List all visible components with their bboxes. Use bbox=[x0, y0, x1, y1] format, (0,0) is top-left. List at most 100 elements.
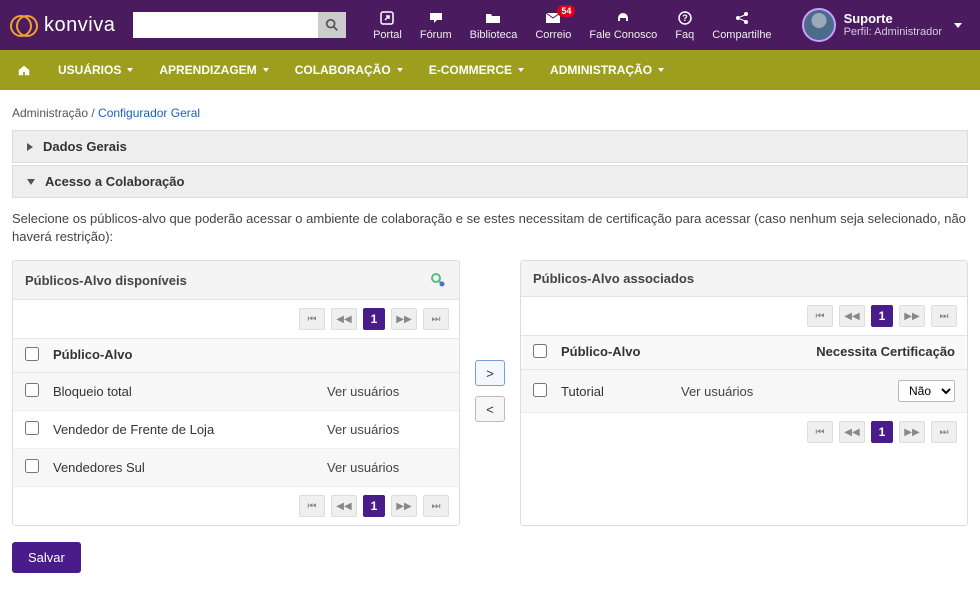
main-nav: USUÁRIOS APRENDIZAGEM COLABORAÇÃO E-COMM… bbox=[0, 50, 980, 90]
available-pager-bottom: ⏮ ◀◀ 1 ▶▶ ⏭ bbox=[13, 487, 459, 525]
pager-next[interactable]: ▶▶ bbox=[899, 421, 925, 443]
pager-current: 1 bbox=[363, 308, 385, 330]
breadcrumb-current: Configurador Geral bbox=[98, 106, 200, 120]
row-name: Vendedores Sul bbox=[53, 460, 327, 475]
topnav-compartilhe[interactable]: Compartilhe bbox=[704, 5, 779, 45]
topnav-portal[interactable]: Portal bbox=[365, 5, 410, 45]
search-users-icon[interactable] bbox=[429, 271, 447, 289]
nav-ecommerce[interactable]: E-COMMERCE bbox=[429, 63, 524, 77]
pager-current: 1 bbox=[871, 421, 893, 443]
topnav-biblioteca[interactable]: Biblioteca bbox=[462, 5, 526, 45]
pager-first[interactable]: ⏮ bbox=[299, 308, 325, 330]
panel-dados-gerais[interactable]: Dados Gerais bbox=[12, 130, 968, 163]
view-users-link[interactable]: Ver usuários bbox=[327, 460, 399, 475]
user-menu[interactable]: Suporte Perfil: Administrador bbox=[794, 8, 970, 42]
save-button[interactable]: Salvar bbox=[12, 542, 81, 573]
pager-prev[interactable]: ◀◀ bbox=[839, 305, 865, 327]
chevron-down-icon bbox=[263, 68, 269, 72]
pager-last[interactable]: ⏭ bbox=[931, 305, 957, 327]
panel-body: Selecione os públicos-alvo que poderão a… bbox=[12, 198, 968, 585]
row-name: Tutorial bbox=[561, 384, 681, 399]
row-checkbox[interactable] bbox=[25, 421, 39, 435]
topnav-forum[interactable]: Fórum bbox=[412, 5, 460, 45]
breadcrumb: Administração / Configurador Geral bbox=[12, 100, 968, 130]
topnav-label: Fale Conosco bbox=[589, 29, 657, 41]
home-icon bbox=[16, 63, 32, 77]
topnav-label: Portal bbox=[373, 29, 402, 41]
available-columns: Público-Alvo bbox=[13, 338, 459, 373]
question-icon: ? bbox=[676, 9, 694, 27]
nav-home[interactable] bbox=[16, 63, 32, 77]
topnav-correio[interactable]: 54 Correio bbox=[527, 5, 579, 45]
topnav-label: Faq bbox=[675, 29, 694, 41]
topnav-label: Compartilhe bbox=[712, 29, 771, 41]
breadcrumb-parent[interactable]: Administração bbox=[12, 106, 88, 120]
available-row: Vendedores Sul Ver usuários bbox=[13, 449, 459, 487]
available-header: Públicos-Alvo disponíveis bbox=[13, 261, 459, 300]
pager-first[interactable]: ⏮ bbox=[807, 421, 833, 443]
select-all-available[interactable] bbox=[25, 347, 39, 361]
pager-first[interactable]: ⏮ bbox=[807, 305, 833, 327]
row-checkbox[interactable] bbox=[533, 383, 547, 397]
nav-label: ADMINISTRAÇÃO bbox=[550, 63, 652, 77]
headset-icon bbox=[614, 9, 632, 27]
topnav-faleconosco[interactable]: Fale Conosco bbox=[581, 5, 665, 45]
pager-first[interactable]: ⏮ bbox=[299, 495, 325, 517]
breadcrumb-sep: / bbox=[88, 106, 98, 120]
view-users-link[interactable]: Ver usuários bbox=[681, 384, 753, 399]
pager-prev[interactable]: ◀◀ bbox=[839, 421, 865, 443]
user-text: Suporte Perfil: Administrador bbox=[844, 11, 942, 40]
logo[interactable]: konviva bbox=[10, 11, 115, 39]
dual-list: Públicos-Alvo disponíveis ⏮ ◀◀ 1 ▶▶ ⏭ Pú… bbox=[12, 260, 968, 526]
pager-last[interactable]: ⏭ bbox=[931, 421, 957, 443]
search-input[interactable] bbox=[133, 12, 318, 38]
pager-last[interactable]: ⏭ bbox=[423, 308, 449, 330]
pager-next[interactable]: ▶▶ bbox=[899, 305, 925, 327]
share-icon bbox=[733, 9, 751, 27]
transfer-buttons: > < bbox=[470, 260, 510, 526]
nav-administracao[interactable]: ADMINISTRAÇÃO bbox=[550, 63, 664, 77]
nav-usuarios[interactable]: USUÁRIOS bbox=[58, 63, 133, 77]
pager-last[interactable]: ⏭ bbox=[423, 495, 449, 517]
pager-next[interactable]: ▶▶ bbox=[391, 308, 417, 330]
move-left-button[interactable]: < bbox=[475, 396, 505, 422]
expand-icon bbox=[27, 179, 35, 185]
panel-acesso-colaboracao[interactable]: Acesso a Colaboração bbox=[12, 165, 968, 198]
search bbox=[133, 12, 346, 38]
nav-label: APRENDIZAGEM bbox=[159, 63, 256, 77]
pager-prev[interactable]: ◀◀ bbox=[331, 308, 357, 330]
search-button[interactable] bbox=[318, 12, 346, 38]
nav-aprendizagem[interactable]: APRENDIZAGEM bbox=[159, 63, 268, 77]
select-all-associated[interactable] bbox=[533, 344, 547, 358]
row-checkbox[interactable] bbox=[25, 383, 39, 397]
view-users-link[interactable]: Ver usuários bbox=[327, 422, 399, 437]
available-row: Vendedor de Frente de Loja Ver usuários bbox=[13, 411, 459, 449]
associated-pager-bottom: ⏮ ◀◀ 1 ▶▶ ⏭ bbox=[521, 413, 967, 451]
pager-prev[interactable]: ◀◀ bbox=[331, 495, 357, 517]
cert-select[interactable]: Não bbox=[898, 380, 955, 402]
col-cert: Necessita Certificação bbox=[805, 344, 955, 361]
panel-title: Acesso a Colaboração bbox=[45, 174, 184, 189]
view-users-link[interactable]: Ver usuários bbox=[327, 384, 399, 399]
col-publico-alvo: Público-Alvo bbox=[53, 347, 327, 364]
user-role: Perfil: Administrador bbox=[844, 26, 942, 39]
associated-title: Públicos-Alvo associados bbox=[533, 271, 694, 286]
pager-next[interactable]: ▶▶ bbox=[391, 495, 417, 517]
move-right-button[interactable]: > bbox=[475, 360, 505, 386]
nav-colaboracao[interactable]: COLABORAÇÃO bbox=[295, 63, 403, 77]
top-nav: Portal Fórum Biblioteca 54 Correio Fale … bbox=[365, 5, 970, 45]
associated-pager-top: ⏮ ◀◀ 1 ▶▶ ⏭ bbox=[521, 297, 967, 335]
user-name: Suporte bbox=[844, 11, 942, 27]
pager-current: 1 bbox=[363, 495, 385, 517]
logo-text: konviva bbox=[44, 14, 115, 37]
associated-columns: Público-Alvo Necessita Certificação bbox=[521, 335, 967, 370]
search-icon bbox=[325, 18, 339, 32]
external-icon bbox=[378, 9, 396, 27]
chevron-down-icon bbox=[954, 23, 962, 28]
topnav-faq[interactable]: ? Faq bbox=[667, 5, 702, 45]
row-checkbox[interactable] bbox=[25, 459, 39, 473]
nav-label: COLABORAÇÃO bbox=[295, 63, 391, 77]
collapse-icon bbox=[27, 143, 33, 151]
available-row: Bloqueio total Ver usuários bbox=[13, 373, 459, 411]
avatar bbox=[802, 8, 836, 42]
